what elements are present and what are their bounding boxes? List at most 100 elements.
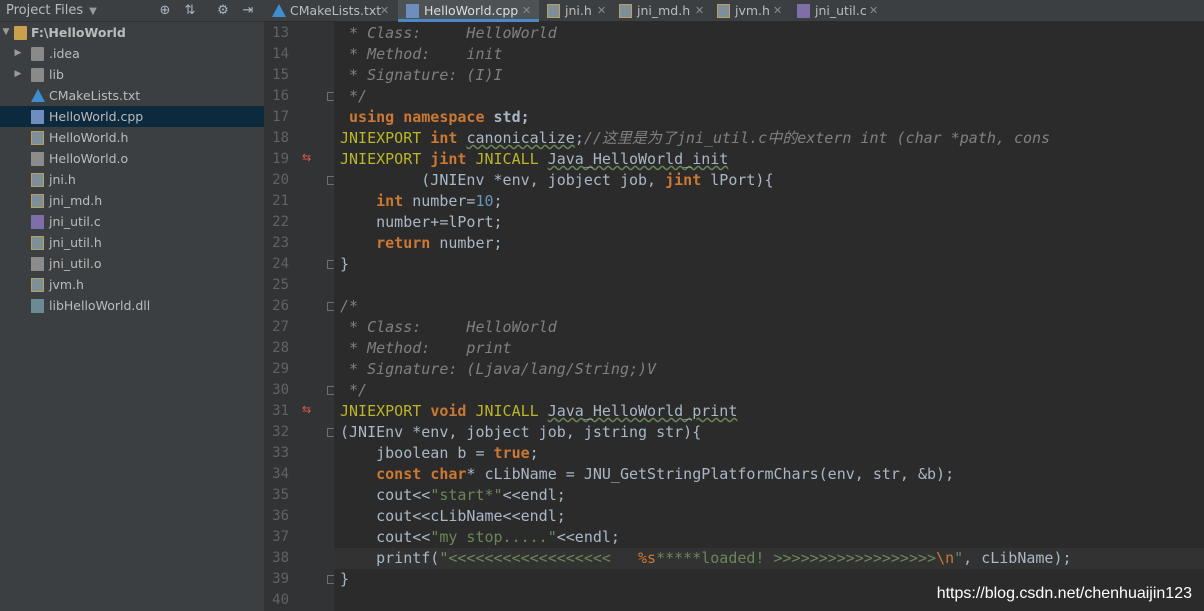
tree-item-label: F:\HelloWorld <box>31 25 126 40</box>
close-icon[interactable]: ✕ <box>869 0 878 21</box>
tab-jni-util-c[interactable]: jni_util.c ✕ <box>789 0 885 22</box>
code-line: } <box>340 255 350 273</box>
tree-item-label: jni_util.h <box>49 235 102 250</box>
code-line: cout<<"my stop....."<<endl; <box>340 528 620 546</box>
tree-item-jvm-h[interactable]: jvm.h <box>0 274 264 295</box>
tree-item-cmakelists[interactable]: CMakeLists.txt <box>0 85 264 106</box>
tree-item-label: jni.h <box>49 172 76 187</box>
tree-item-label: .idea <box>49 46 80 61</box>
line-number: 34 <box>272 466 289 482</box>
code-line: cout<<cLibName<<endl; <box>340 507 566 525</box>
line-number: 23 <box>272 235 289 251</box>
line-number: 40 <box>272 592 289 608</box>
close-icon[interactable]: ✕ <box>380 0 389 21</box>
editor-tab-bar: CMakeLists.txt ✕ HelloWorld.cpp ✕ jni.h … <box>264 0 1204 22</box>
line-number: 24 <box>272 256 289 272</box>
line-number: 26 <box>272 298 289 314</box>
code-line: * Method: print <box>340 339 512 357</box>
c-file-icon <box>31 215 44 229</box>
line-number: 38 <box>272 550 289 566</box>
tree-item-label: CMakeLists.txt <box>49 88 141 103</box>
o-file-icon <box>31 257 44 271</box>
line-number: 31 <box>272 403 289 419</box>
tree-item-jni-h[interactable]: jni.h <box>0 169 264 190</box>
tab-label: CMakeLists.txt <box>290 3 382 18</box>
tree-item-jni-md-h[interactable]: jni_md.h <box>0 190 264 211</box>
chevron-down-icon: ▼ <box>89 6 97 17</box>
tree-item-libhelloworld-dll[interactable]: libHelloWorld.dll <box>0 295 264 316</box>
h-file-icon <box>31 278 44 292</box>
chevron-down-icon[interactable]: ▼ <box>0 22 12 43</box>
collapse-icon[interactable]: ⇅ <box>181 2 199 20</box>
tree-item-idea[interactable]: ▶ .idea <box>0 43 264 64</box>
hide-icon[interactable]: ⇥ <box>239 2 257 20</box>
line-number: 18 <box>272 130 289 146</box>
line-number: 22 <box>272 214 289 230</box>
tab-cmakelists[interactable]: CMakeLists.txt ✕ <box>264 0 398 22</box>
h-file-icon <box>31 194 44 208</box>
tree-item-root[interactable]: ▼ F:\HelloWorld <box>0 22 264 43</box>
tab-label: jni.h <box>565 3 592 18</box>
tree-item-jni-util-o[interactable]: jni_util.o <box>0 253 264 274</box>
close-icon[interactable]: ✕ <box>522 0 531 21</box>
h-file-icon <box>717 4 730 18</box>
tree-item-label: HelloWorld.h <box>49 130 129 145</box>
folder-icon <box>14 26 27 40</box>
tree-item-label: lib <box>49 67 64 82</box>
watermark: https://blog.csdn.net/chenhuaijin123 <box>934 585 1194 603</box>
project-view-selector[interactable]: Project Files ▼ <box>6 3 97 18</box>
code-line: JNIEXPORT int canonicalize;//这里是为了jni_ut… <box>340 129 1051 147</box>
folder-icon <box>31 68 44 82</box>
project-view-label: Project Files <box>6 3 84 18</box>
tab-helloworld-cpp[interactable]: HelloWorld.cpp ✕ <box>398 0 539 22</box>
tree-item-helloworld-cpp[interactable]: HelloWorld.cpp <box>0 106 264 127</box>
close-icon[interactable]: ✕ <box>773 0 782 21</box>
line-number: 14 <box>272 46 289 62</box>
close-icon[interactable]: ✕ <box>695 0 704 21</box>
code-line: (JNIEnv *env, jobject job, jstring str){ <box>340 423 702 441</box>
tab-label: jvm.h <box>735 3 770 18</box>
target-icon[interactable]: ⊕ <box>156 2 174 20</box>
tab-jni-md-h[interactable]: jni_md.h ✕ <box>611 0 709 22</box>
tree-item-label: libHelloWorld.dll <box>49 298 151 313</box>
line-number: 15 <box>272 67 289 83</box>
h-file-icon <box>31 236 44 250</box>
line-number: 37 <box>272 529 289 545</box>
code-line: int number=10; <box>376 192 503 210</box>
code-line: printf("<<<<<<<<<<<<<<<<<< %s*****loaded… <box>340 549 1072 567</box>
tree-item-helloworld-o[interactable]: HelloWorld.o <box>0 148 264 169</box>
close-icon[interactable]: ✕ <box>597 0 606 21</box>
chevron-right-icon[interactable]: ▶ <box>12 43 24 64</box>
tree-item-helloworld-h[interactable]: HelloWorld.h <box>0 127 264 148</box>
tab-label: jni_md.h <box>637 3 691 18</box>
h-file-icon <box>619 4 632 18</box>
line-number: 25 <box>272 277 289 293</box>
tree-item-label: jvm.h <box>49 277 84 292</box>
file-tree: ▼ F:\HelloWorld ▶ .idea ▶ lib CMakeLists… <box>0 22 264 316</box>
tab-jvm-h[interactable]: jvm.h ✕ <box>709 0 789 22</box>
implementation-marker-icon[interactable]: ⇆ <box>302 151 311 164</box>
code-line: * Class: HelloWorld <box>340 318 557 336</box>
code-line: * Class: HelloWorld <box>340 24 557 42</box>
tree-item-jni-util-c[interactable]: jni_util.c <box>0 211 264 232</box>
line-number: 28 <box>272 340 289 356</box>
c-file-icon <box>797 4 810 18</box>
o-file-icon <box>31 152 44 166</box>
code-line: */ <box>340 87 368 105</box>
code-line: * Signature: (Ljava/lang/String;)V <box>340 360 657 378</box>
cpp-file-icon <box>406 4 419 18</box>
code-line: cout<<"start*"<<endl; <box>340 486 566 504</box>
line-number: 13 <box>272 25 289 41</box>
chevron-right-icon[interactable]: ▶ <box>12 64 24 85</box>
h-file-icon <box>31 173 44 187</box>
line-number: 19 <box>272 151 289 167</box>
gear-icon[interactable]: ⚙ <box>214 2 232 20</box>
tree-item-label: HelloWorld.o <box>49 151 129 166</box>
tree-item-lib[interactable]: ▶ lib <box>0 64 264 85</box>
tree-item-jni-util-h[interactable]: jni_util.h <box>0 232 264 253</box>
folder-icon <box>31 47 44 61</box>
code-line: } <box>340 570 350 588</box>
code-editor[interactable]: * Class: HelloWorld * Method: init * Sig… <box>334 22 1204 611</box>
tab-jni-h[interactable]: jni.h ✕ <box>539 0 611 22</box>
implementation-marker-icon[interactable]: ⇆ <box>302 403 311 416</box>
